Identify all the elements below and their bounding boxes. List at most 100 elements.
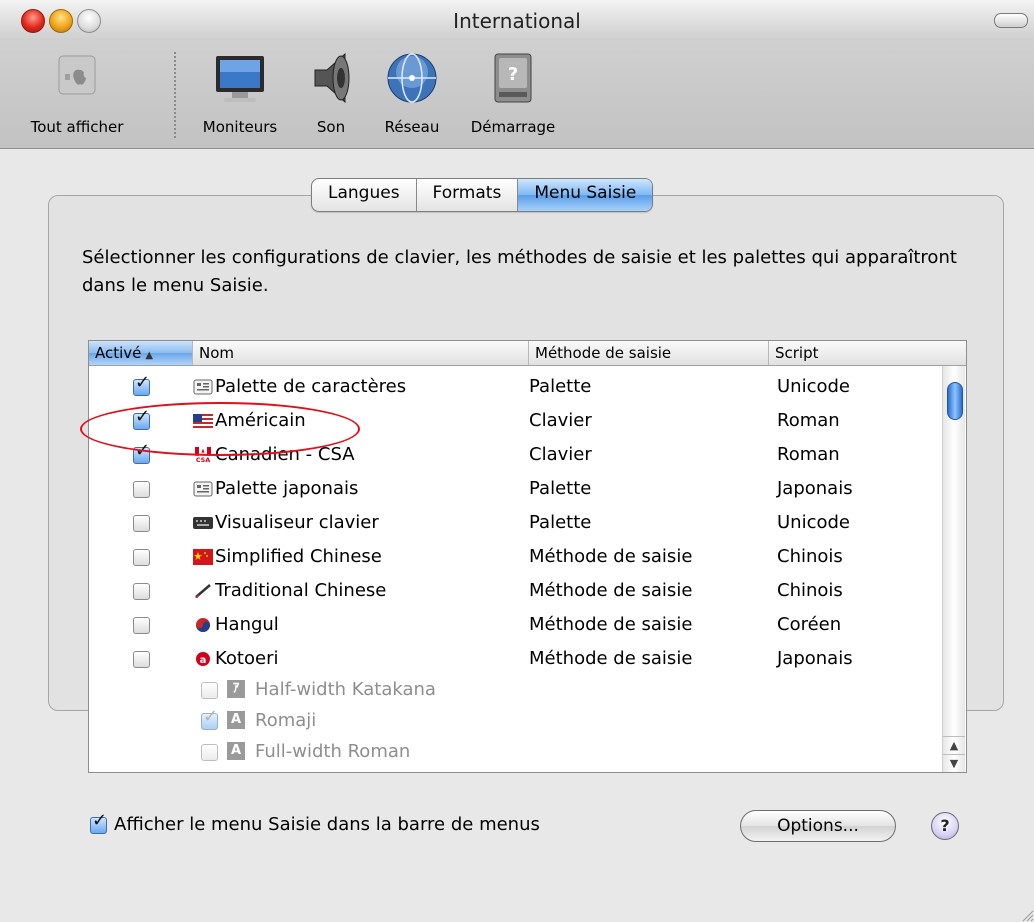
row-enabled-checkbox[interactable]: [133, 515, 150, 532]
subrow-glyph-icon: A: [227, 742, 245, 760]
table-subrow[interactable]: A Full-width Roman: [89, 736, 941, 767]
toolbar-show-all[interactable]: Tout afficher: [10, 48, 144, 136]
column-label: Activé: [95, 344, 142, 362]
table-row[interactable]: ✓ Palette de caractères Palette Unicode: [89, 370, 941, 404]
row-script: Unicode: [777, 512, 850, 533]
row-name-text: Visualiseur clavier: [215, 512, 379, 533]
row-script: Coréen: [777, 614, 842, 635]
toolbar-toggle-button[interactable]: [994, 13, 1028, 28]
keyboard-viewer-icon: [193, 512, 215, 533]
toolbar-network[interactable]: Réseau: [372, 48, 452, 136]
checkmark-icon: ✓: [135, 440, 151, 461]
title-bar[interactable]: International: [0, 0, 1034, 40]
subrow-enabled-checkbox[interactable]: [201, 682, 218, 699]
subrow-enabled-checkbox[interactable]: ✓: [201, 708, 218, 730]
row-script: Chinois: [777, 546, 843, 567]
table-row[interactable]: Palette japonais Palette Japonais: [89, 472, 941, 506]
row-enabled-checkbox[interactable]: ✓: [133, 374, 150, 396]
table-row[interactable]: Traditional Chinese Méthode de saisie Chin…: [89, 574, 941, 608]
preferences-window: International Tout afficher Moniteurs So…: [0, 0, 1034, 922]
table-row[interactable]: a Kotoeri Méthode de saisie Japonais: [89, 642, 941, 676]
row-script: Unicode: [777, 376, 850, 397]
row-script: Roman: [777, 410, 840, 431]
row-name: Palette de caractères: [193, 370, 406, 404]
column-header-script[interactable]: Script: [769, 341, 966, 365]
subrow-enabled-checkbox[interactable]: [201, 744, 218, 761]
checkmark-icon: ✓: [135, 372, 151, 393]
vertical-scrollbar[interactable]: ▲ ▼: [942, 366, 965, 772]
row-name-text: Simplified Chinese: [215, 546, 382, 567]
panel-description: Sélectionner les configurations de clavi…: [82, 247, 957, 296]
subrow-name: Romaji: [255, 710, 317, 731]
row-method: Palette: [529, 376, 592, 397]
sort-ascending-icon: ▲: [145, 350, 154, 361]
column-header-enabled[interactable]: Activé ▲: [89, 341, 193, 365]
kotoeri-icon: a: [193, 648, 215, 669]
subrow-name: Full-width Roman: [255, 741, 411, 762]
row-name: Traditional Chinese: [193, 574, 386, 608]
table-subrow[interactable]: ｱ Half-width Katakana: [89, 674, 941, 705]
table-row[interactable]: Simplified Chinese Méthode de saisie Chino…: [89, 540, 941, 574]
row-method: Méthode de saisie: [529, 580, 693, 601]
checkmark-icon: ✓: [203, 706, 219, 727]
toolbar-startup[interactable]: ? Démarrage: [460, 48, 566, 136]
toolbar-sound[interactable]: Son: [300, 48, 362, 136]
row-enabled-checkbox[interactable]: ✓: [133, 408, 150, 430]
speaker-icon: [314, 52, 350, 104]
help-button[interactable]: ?: [931, 812, 959, 840]
svg-text:a: a: [200, 655, 207, 666]
row-enabled-checkbox[interactable]: [133, 583, 150, 600]
hangul-icon: [193, 614, 215, 635]
brush-icon: [193, 580, 215, 601]
us-flag-icon: [193, 410, 215, 431]
input-sources-table[interactable]: Activé ▲ Nom Méthode de saisie Script ✓ Pa…: [88, 340, 967, 773]
row-enabled-checkbox[interactable]: [133, 549, 150, 566]
row-name: Simplified Chinese: [193, 540, 382, 574]
row-name: Américain: [193, 404, 306, 438]
row-enabled-checkbox[interactable]: [133, 481, 150, 498]
row-script: Roman: [777, 444, 840, 465]
scroll-up-arrow[interactable]: ▲: [943, 736, 965, 755]
checkbox[interactable]: ✓: [90, 812, 107, 834]
table-row[interactable]: Hangul Méthode de saisie Coréen: [89, 608, 941, 642]
row-method: Palette: [529, 478, 592, 499]
column-header-method[interactable]: Méthode de saisie: [529, 341, 769, 365]
tab-formats[interactable]: Formats: [417, 179, 519, 211]
scrollbar-thumb[interactable]: [947, 382, 963, 420]
row-method: Méthode de saisie: [529, 614, 693, 635]
table-row[interactable]: ✓ Américain Clavier Roman: [89, 404, 941, 438]
row-method: Palette: [529, 512, 592, 533]
toolbar-displays[interactable]: Moniteurs: [190, 48, 290, 136]
table-subrow[interactable]: ✓ A Romaji: [89, 705, 941, 736]
apple-gray-icon: [58, 55, 96, 95]
checkmark-icon: ✓: [92, 810, 108, 831]
column-header-name[interactable]: Nom: [193, 341, 529, 365]
subrow-name: Half-width Katakana: [255, 679, 436, 700]
row-name-text: Traditional Chinese: [215, 580, 387, 601]
options-button[interactable]: Options...: [740, 810, 896, 842]
resize-grip-icon[interactable]: [1020, 908, 1034, 922]
character-palette-icon: [193, 376, 215, 397]
row-script: Chinois: [777, 580, 843, 601]
row-name-text: Palette japonais: [215, 478, 359, 499]
row-method: Méthode de saisie: [529, 648, 693, 669]
toolbar-separator: [174, 52, 176, 138]
row-name: Palette japonais: [193, 472, 358, 506]
row-enabled-checkbox[interactable]: [133, 617, 150, 634]
row-enabled-checkbox[interactable]: ✓: [133, 442, 150, 464]
tab-languages[interactable]: Langues: [312, 179, 417, 211]
table-row[interactable]: ✓ CSA Canadien - CSA Clavier Roman: [89, 438, 941, 472]
table-row[interactable]: Visualiseur clavier Palette Unicode: [89, 506, 941, 540]
row-method: Clavier: [529, 410, 592, 431]
row-name: CSA Canadien - CSA: [193, 438, 355, 472]
row-method: Méthode de saisie: [529, 546, 693, 567]
row-enabled-checkbox[interactable]: [133, 651, 150, 668]
subrow-glyph-icon: A: [227, 711, 245, 729]
row-method: Clavier: [529, 444, 592, 465]
scroll-down-arrow[interactable]: ▼: [943, 754, 965, 772]
tab-input-menu[interactable]: Menu Saisie: [518, 179, 653, 211]
display-icon: [216, 56, 264, 102]
svg-text:?: ?: [508, 64, 518, 85]
startup-disk-icon: ?: [494, 53, 532, 103]
toolbar-label: Réseau: [384, 118, 440, 136]
